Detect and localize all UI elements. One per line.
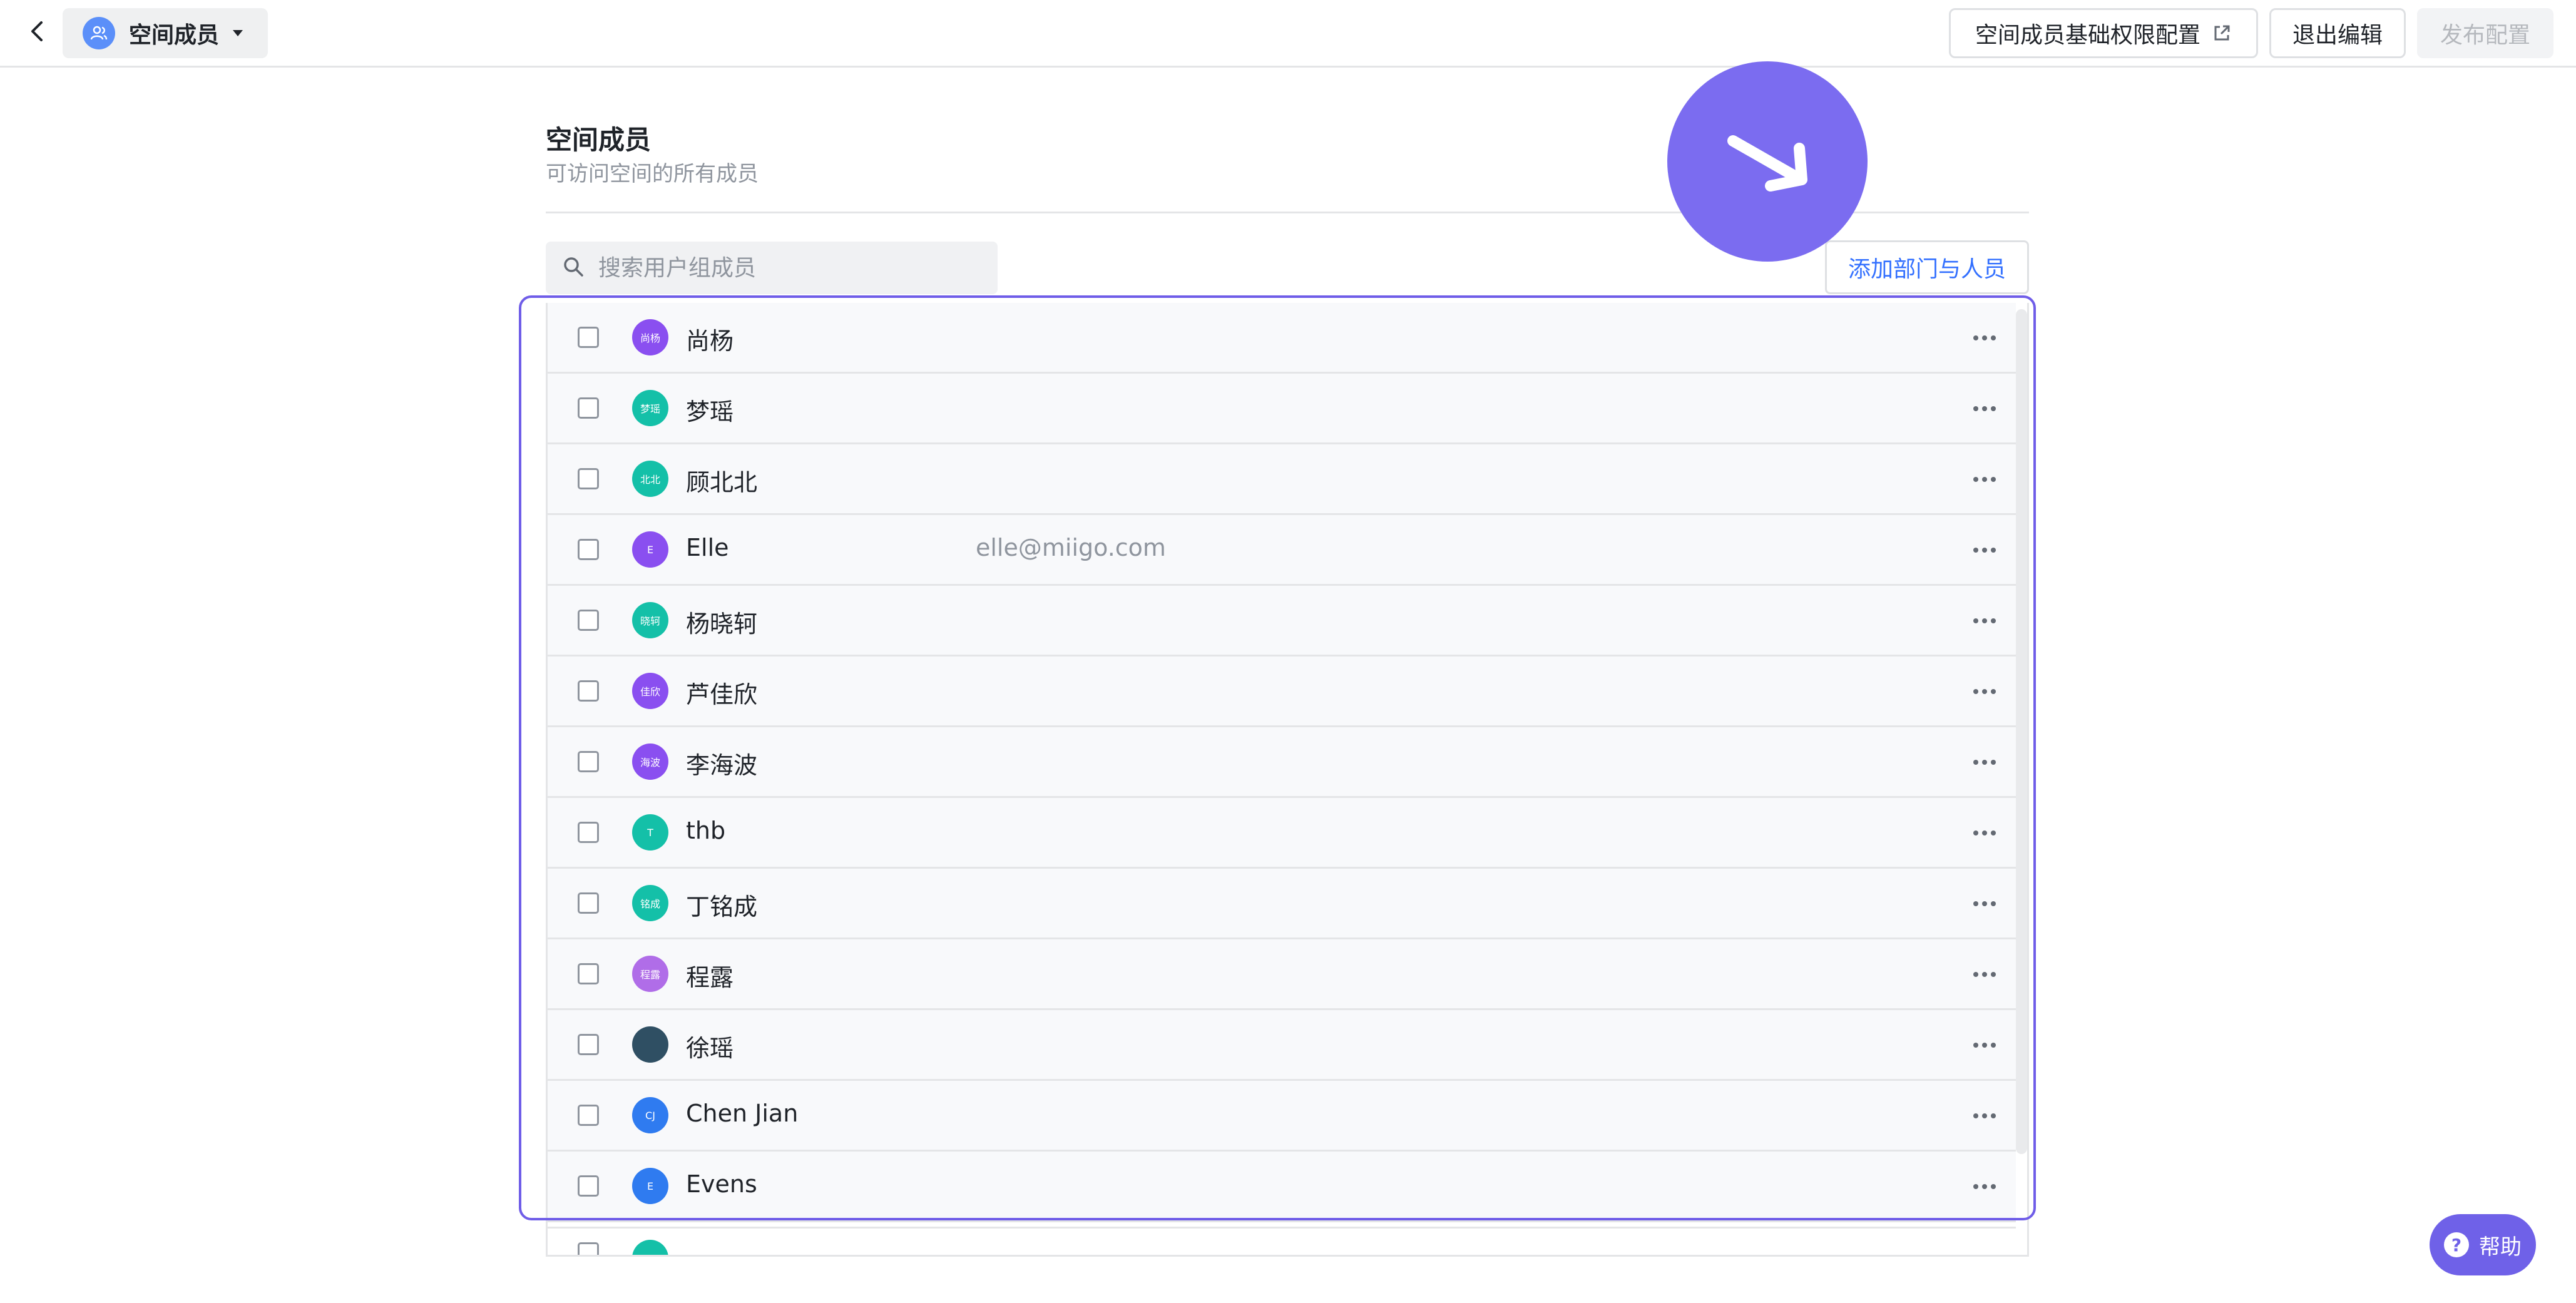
member-name: 徐瑶 <box>686 1035 734 1062</box>
avatar <box>632 1026 668 1063</box>
avatar: 海波 <box>632 743 668 780</box>
caret-down-icon <box>232 29 244 38</box>
member-list-rows: 尚杨 尚杨 梦瑶 梦瑶 北北 顾北北 E Elle elle@miigo.com… <box>548 303 2016 1222</box>
list-item[interactable]: CJ Chen Jian <box>548 1081 2016 1152</box>
section-title: 空间成员 <box>546 125 652 155</box>
search-icon <box>562 255 585 280</box>
search-box[interactable] <box>546 242 998 294</box>
more-horizontal-icon[interactable] <box>1967 1031 2002 1059</box>
permission-config-label: 空间成员基础权限配置 <box>1975 23 2200 48</box>
avatar: 尚杨 <box>632 319 668 355</box>
member-name: 杨晓轲 <box>686 610 758 638</box>
row-checkbox[interactable] <box>578 539 599 560</box>
more-horizontal-icon[interactable] <box>1967 324 2002 352</box>
member-name: 梦瑶 <box>686 398 734 426</box>
row-checkbox[interactable] <box>578 468 599 489</box>
avatar: 程露 <box>632 956 668 992</box>
more-horizontal-icon[interactable] <box>1967 890 2002 917</box>
row-checkbox[interactable] <box>578 610 599 631</box>
list-item[interactable]: 铭成 丁铭成 <box>548 869 2016 939</box>
row-checkbox[interactable] <box>578 822 599 843</box>
member-name: 顾北北 <box>686 469 758 496</box>
more-horizontal-icon[interactable] <box>1967 749 2002 776</box>
row-checkbox[interactable] <box>578 327 599 348</box>
member-list: 尚杨 尚杨 梦瑶 梦瑶 北北 顾北北 E Elle elle@miigo.com… <box>546 303 2029 1257</box>
chevron-left-icon <box>29 20 46 45</box>
member-name: 尚杨 <box>686 327 734 355</box>
more-horizontal-icon[interactable] <box>1967 395 2002 422</box>
list-item[interactable]: 梦瑶 梦瑶 <box>548 374 2016 444</box>
more-horizontal-icon[interactable] <box>1967 819 2002 847</box>
more-horizontal-icon[interactable] <box>1967 1102 2002 1130</box>
avatar: 佳欣 <box>632 673 668 709</box>
member-name: 芦佳欣 <box>686 681 758 708</box>
space-selector-label: 空间成员 <box>129 23 220 48</box>
row-checkbox[interactable] <box>578 1242 599 1255</box>
more-horizontal-icon[interactable] <box>1967 466 2002 493</box>
section-subtitle: 可访问空间的所有成员 <box>546 161 759 187</box>
question-icon: ? <box>2444 1232 2469 1257</box>
list-item[interactable]: 晓轲 杨晓轲 <box>548 586 2016 657</box>
row-checkbox[interactable] <box>578 397 599 419</box>
cursor-arrow-icon <box>1667 61 1868 262</box>
member-name: Chen Jian <box>686 1100 799 1127</box>
list-item[interactable]: 北北 顾北北 <box>548 444 2016 515</box>
row-checkbox[interactable] <box>578 963 599 984</box>
list-item[interactable]: E Evens <box>548 1152 2016 1222</box>
avatar <box>632 1240 668 1255</box>
external-link-icon <box>2212 23 2232 43</box>
avatar: CJ <box>632 1097 668 1133</box>
avatar: E <box>632 1168 668 1204</box>
search-input[interactable] <box>597 254 975 282</box>
avatar: T <box>632 814 668 851</box>
list-item[interactable]: 徐瑶 <box>548 1010 2016 1081</box>
help-label: 帮助 <box>2479 1234 2522 1260</box>
avatar: 梦瑶 <box>632 390 668 426</box>
member-name: 程露 <box>686 964 734 991</box>
more-horizontal-icon[interactable] <box>1967 961 2002 988</box>
user-group-icon <box>83 17 115 49</box>
row-checkbox[interactable] <box>578 892 599 914</box>
list-item[interactable]: 海波 李海波 <box>548 727 2016 798</box>
permission-config-button[interactable]: 空间成员基础权限配置 <box>1949 8 2258 58</box>
back-button[interactable] <box>23 18 53 48</box>
space-selector[interactable]: 空间成员 <box>63 8 268 58</box>
help-button[interactable]: ? 帮助 <box>2430 1214 2536 1275</box>
member-name: Evens <box>686 1170 757 1198</box>
more-horizontal-icon[interactable] <box>1967 678 2002 705</box>
scrollbar[interactable] <box>2016 309 2027 1154</box>
member-name: Elle <box>686 534 729 561</box>
more-horizontal-icon[interactable] <box>1967 607 2002 635</box>
list-item[interactable]: 尚杨 尚杨 <box>548 303 2016 374</box>
row-checkbox[interactable] <box>578 1034 599 1055</box>
more-horizontal-icon[interactable] <box>1967 536 2002 564</box>
more-horizontal-icon[interactable] <box>1967 1173 2002 1200</box>
avatar: E <box>632 531 668 568</box>
exit-edit-button[interactable]: 退出编辑 <box>2269 8 2406 58</box>
list-item[interactable]: T thb <box>548 798 2016 869</box>
list-item[interactable]: 佳欣 芦佳欣 <box>548 657 2016 727</box>
row-checkbox[interactable] <box>578 751 599 772</box>
member-name: 丁铭成 <box>686 893 758 921</box>
list-item[interactable]: E Elle elle@miigo.com <box>548 515 2016 586</box>
publish-config-button[interactable]: 发布配置 <box>2417 8 2553 58</box>
row-checkbox[interactable] <box>578 1105 599 1126</box>
list-item-partial <box>548 1227 2016 1255</box>
avatar: 晓轲 <box>632 602 668 638</box>
top-bar: 空间成员 空间成员基础权限配置 退出编辑 发布配置 <box>0 0 2576 68</box>
row-checkbox[interactable] <box>578 1175 599 1197</box>
row-checkbox[interactable] <box>578 680 599 702</box>
member-name: thb <box>686 817 726 844</box>
avatar: 北北 <box>632 461 668 497</box>
member-name: 李海波 <box>686 752 758 779</box>
add-dept-and-members-button[interactable]: 添加部门与人员 <box>1825 240 2029 294</box>
avatar: 铭成 <box>632 885 668 921</box>
list-item[interactable]: 程露 程露 <box>548 939 2016 1010</box>
member-email: elle@miigo.com <box>976 534 1166 561</box>
